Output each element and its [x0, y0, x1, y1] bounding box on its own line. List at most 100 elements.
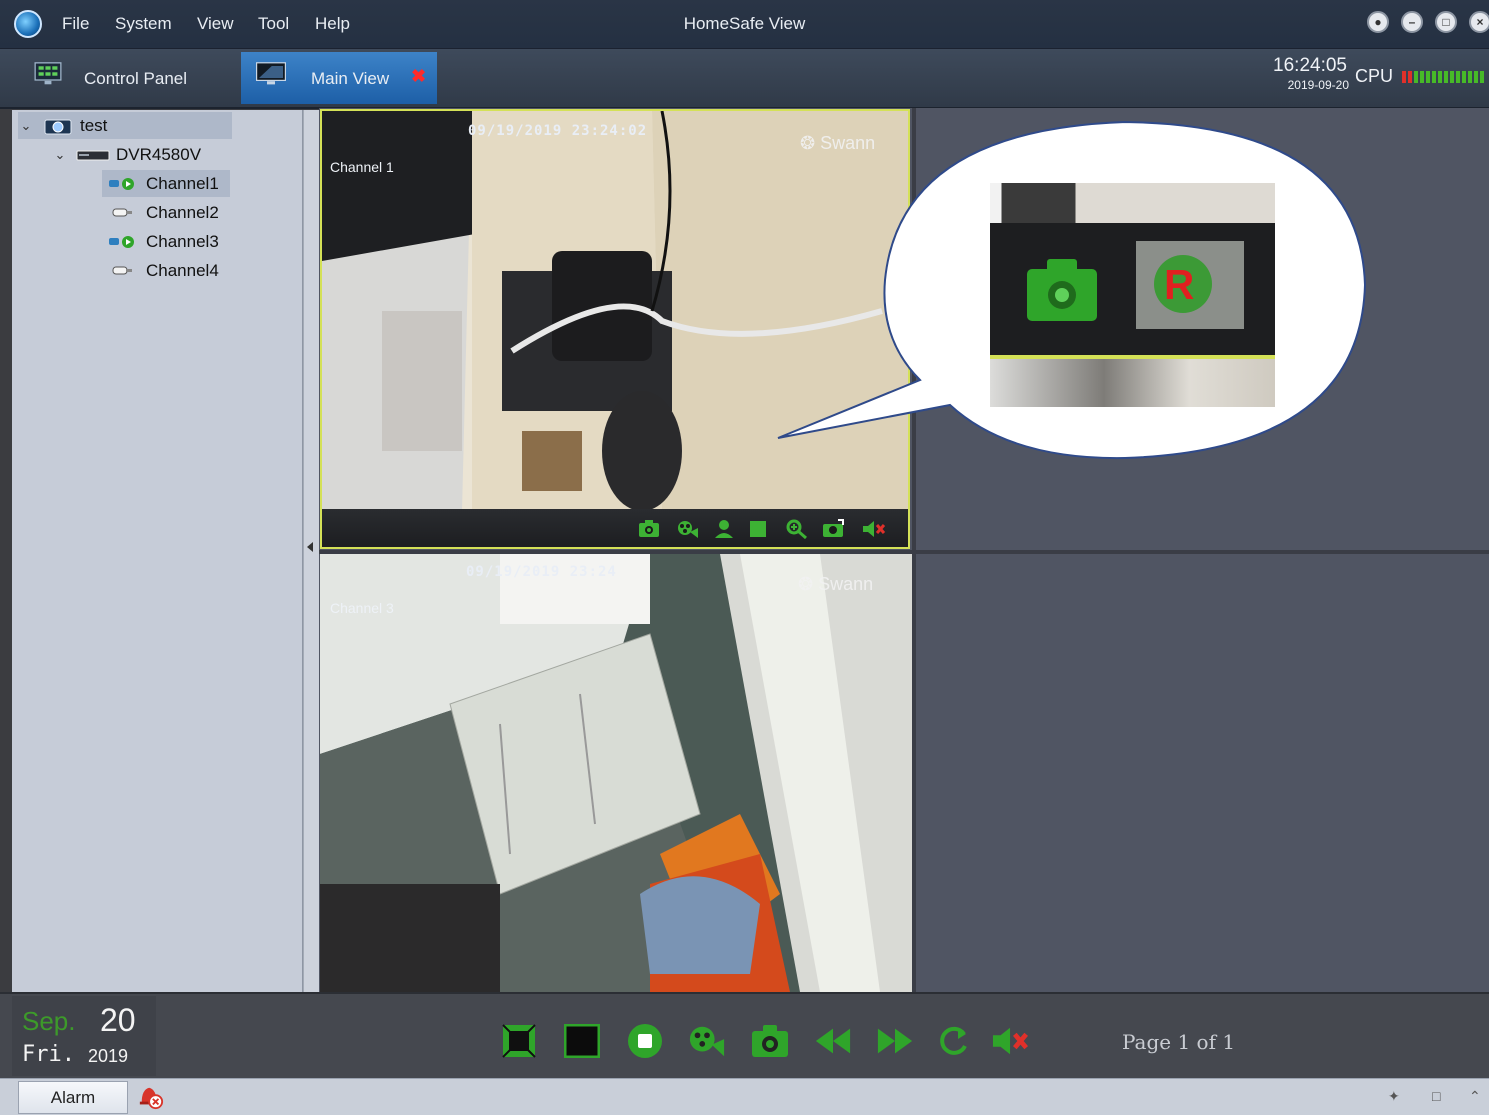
close-icon[interactable]: × [1469, 11, 1489, 33]
cpu-bar [1456, 71, 1460, 83]
channel-label: Channel1 [146, 173, 219, 193]
mute-icon[interactable] [862, 519, 886, 539]
snapshot-icon [1027, 259, 1097, 321]
chevron-up-icon[interactable]: ⌃ [1469, 1088, 1481, 1105]
tree-channel-2[interactable]: Channel2 [102, 199, 219, 226]
tree-channel-3[interactable]: Channel3 [102, 228, 219, 255]
tab-control-panel[interactable]: Control Panel [12, 52, 238, 104]
cpu-label: CPU [1355, 66, 1394, 86]
tab-main-view[interactable]: Main View ✖ [241, 52, 437, 104]
maximize-icon[interactable]: □ [1435, 11, 1457, 33]
record-letter: R [1164, 261, 1195, 308]
tree-device-label: DVR4580V [116, 144, 202, 164]
single-view-icon [564, 1024, 600, 1058]
record-all-icon [689, 1026, 725, 1057]
snapshot-all-icon [752, 1025, 788, 1057]
callout-feed-bottom [990, 359, 1275, 407]
pane-watermark: ❂ Swann [798, 574, 873, 595]
tree-root-test[interactable]: ⌄ test [18, 112, 232, 139]
lock-icon[interactable]: ● [1367, 11, 1389, 33]
refresh-button[interactable] [934, 1022, 972, 1060]
previous-page-icon [815, 1028, 851, 1054]
channel-label: Channel4 [146, 260, 219, 280]
channel-label: Channel2 [146, 202, 219, 222]
site-icon [44, 119, 72, 134]
clock-time: 16:24:05 [1273, 55, 1347, 76]
video-pane-3[interactable]: 09/19/2019 23:24 Channel 3 ❂ Swann [320, 554, 912, 992]
clock-date: 2019-09-20 [1287, 78, 1349, 92]
fullscreen-icon [502, 1024, 536, 1058]
cpu-bar [1402, 71, 1406, 83]
ptz-icon[interactable] [822, 519, 844, 539]
next-page-icon [877, 1028, 913, 1054]
page-indicator: Page 1 of 1 [1122, 1030, 1236, 1054]
swann-logo-icon: ❂ [798, 574, 819, 594]
calendar-month: Sep. [22, 1006, 76, 1036]
mute-all-icon [992, 1027, 1029, 1055]
fullscreen-button[interactable] [500, 1022, 538, 1060]
record-indicator-icon: R [1136, 241, 1244, 329]
tree-root-label: test [80, 115, 108, 135]
cpu-bar [1420, 71, 1424, 83]
tab-main-view-label: Main View [311, 69, 390, 88]
camera-feed-3 [320, 554, 912, 992]
minimize-icon[interactable]: – [1401, 11, 1423, 33]
mute-all-button[interactable] [992, 1022, 1030, 1060]
tree-channel-4[interactable]: Channel4 [102, 257, 219, 284]
pane-channel-name: Channel 3 [330, 600, 394, 616]
cpu-bar [1426, 71, 1430, 83]
tree-device-dvr[interactable]: ⌄ DVR4580V [52, 141, 202, 168]
cpu-bar [1474, 71, 1478, 83]
pin-icon[interactable]: ✦ [1388, 1088, 1400, 1105]
collapse-sidebar-icon[interactable] [307, 542, 313, 552]
callout-feed-strip [990, 183, 1275, 223]
channel-label: Channel3 [146, 231, 219, 251]
status-bar [0, 1078, 1489, 1115]
control-panel-icon [34, 62, 62, 85]
video-pane-4[interactable] [916, 554, 1489, 992]
record-icon[interactable] [676, 519, 700, 539]
record-all-button[interactable] [688, 1022, 726, 1060]
stop-all-button[interactable] [626, 1022, 664, 1060]
cpu-bar [1444, 71, 1448, 83]
next-page-button[interactable] [876, 1022, 914, 1060]
chevron-down-icon[interactable]: ⌄ [18, 118, 34, 134]
single-view-button[interactable] [563, 1022, 601, 1060]
tree-channel-1[interactable]: Channel1 [102, 170, 230, 197]
camera-active-icon [109, 177, 134, 190]
zoom-icon[interactable] [786, 519, 808, 539]
refresh-icon [940, 1026, 967, 1055]
snapshot-icon[interactable] [638, 519, 660, 539]
pane-brand: Swann [818, 574, 874, 594]
calendar-weekday: Fri. [22, 1042, 75, 1067]
camera-active-icon [109, 235, 134, 248]
alarm-off-icon[interactable] [138, 1084, 164, 1110]
cpu-bar [1468, 71, 1472, 83]
cpu-bar [1450, 71, 1454, 83]
calendar-year: 2019 [88, 1046, 129, 1066]
stop-icon[interactable] [750, 521, 766, 537]
chevron-down-icon[interactable]: ⌄ [52, 147, 68, 163]
dvr-icon [76, 150, 110, 160]
snapshot-all-button[interactable] [751, 1022, 789, 1060]
cpu-bar [1462, 71, 1466, 83]
callout-zoomed-view: R [990, 183, 1275, 407]
pane-timestamp: 09/19/2019 23:24:02 [468, 123, 648, 139]
pane-timestamp: 09/19/2019 23:24 [466, 564, 617, 580]
cpu-bar [1408, 71, 1412, 83]
cpu-bar [1414, 71, 1418, 83]
camera-inactive-icon [112, 208, 132, 216]
user-icon[interactable] [714, 519, 734, 539]
bottom-toolbar [0, 992, 1489, 1078]
calendar-day: 20 [100, 1002, 136, 1038]
stop-all-icon [628, 1024, 662, 1058]
cpu-bar [1480, 71, 1484, 83]
alarm-button[interactable]: Alarm [18, 1081, 128, 1114]
app-title: HomeSafe View [683, 14, 806, 33]
tab-control-panel-label: Control Panel [84, 69, 188, 88]
previous-page-button[interactable] [814, 1022, 852, 1060]
monitor-icon [256, 62, 286, 85]
device-tree-panel: ⌄ test ⌄ DVR4580V Channel1 Channel2 Chan… [12, 110, 303, 992]
window-icon[interactable]: □ [1432, 1088, 1440, 1104]
tab-close-icon[interactable]: ✖ [411, 66, 426, 87]
